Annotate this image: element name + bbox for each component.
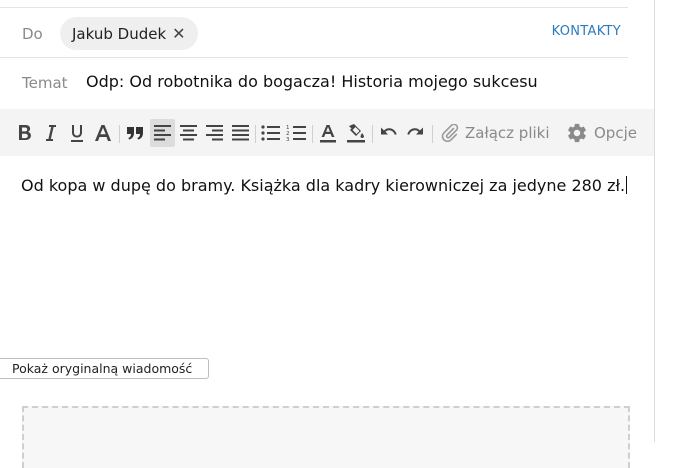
redo-icon[interactable] — [404, 119, 426, 147]
paperclip-icon — [441, 124, 459, 142]
toolbar-separator — [372, 125, 373, 143]
toolbar-separator — [312, 125, 313, 143]
recipient-chip[interactable]: Jakub Dudek ✕ — [60, 17, 198, 50]
message-body-editor[interactable]: Od kopa w dupę do bramy. Książka dla kad… — [21, 174, 631, 198]
undo-icon[interactable] — [377, 119, 399, 147]
align-justify-icon[interactable] — [229, 119, 251, 147]
toolbar-separator — [255, 125, 256, 143]
toolbar-separator — [432, 125, 433, 143]
italic-icon[interactable] — [40, 119, 62, 147]
recipient-row: Do Jakub Dudek ✕ KONTAKTY — [0, 8, 628, 58]
bullet-list-icon[interactable] — [259, 119, 281, 147]
recipient-name: Jakub Dudek — [72, 24, 167, 43]
formatting-toolbar: 123 Załącz pliki Opcje — [0, 109, 654, 156]
toolbar-separator — [119, 125, 120, 143]
show-original-button[interactable]: Pokaż oryginalną wiadomość — [0, 358, 210, 379]
text-caret — [626, 176, 628, 194]
contacts-link[interactable]: KONTAKTY — [552, 24, 621, 39]
subject-label: Temat — [22, 74, 68, 92]
remove-recipient-icon[interactable]: ✕ — [172, 24, 185, 43]
panel-right-border — [654, 0, 655, 442]
quoted-message-box[interactable] — [22, 406, 630, 468]
numbered-list-icon[interactable]: 123 — [285, 119, 307, 147]
subject-row: Temat Odp: Od robotnika do bogacza! Hist… — [0, 58, 628, 108]
gear-icon — [566, 122, 588, 144]
message-body-text: Od kopa w dupę do bramy. Książka dla kad… — [21, 176, 626, 195]
options-label: Opcje — [594, 124, 637, 142]
attach-files-button[interactable]: Załącz pliki — [441, 119, 557, 147]
align-center-icon[interactable] — [177, 119, 199, 147]
quote-icon[interactable] — [124, 119, 146, 147]
font-size-icon[interactable] — [92, 119, 114, 147]
options-button[interactable]: Opcje — [566, 119, 644, 147]
attach-files-label: Załącz pliki — [465, 124, 550, 142]
bold-icon[interactable] — [14, 119, 36, 147]
align-left-icon[interactable] — [150, 119, 175, 147]
subject-input[interactable]: Odp: Od robotnika do bogacza! Historia m… — [86, 72, 538, 91]
align-right-icon[interactable] — [203, 119, 225, 147]
underline-icon[interactable] — [66, 119, 88, 147]
to-label: Do — [22, 25, 43, 43]
text-color-icon[interactable] — [317, 119, 339, 147]
svg-text:3: 3 — [286, 137, 290, 142]
highlight-icon[interactable] — [345, 119, 367, 147]
